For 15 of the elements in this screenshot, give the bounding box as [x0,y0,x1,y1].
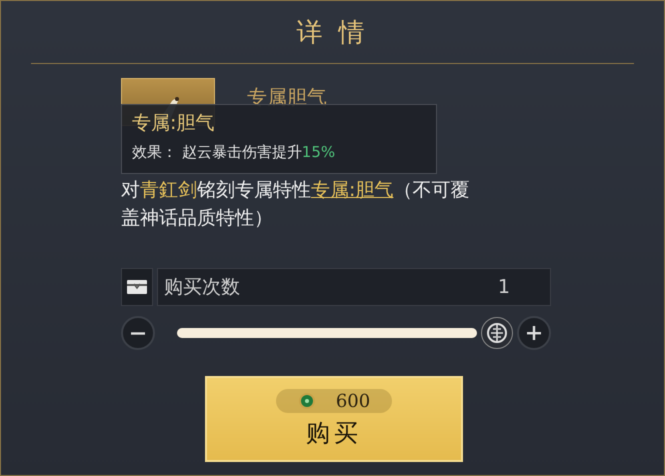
slider-thumb[interactable] [481,317,513,349]
plus-icon [526,325,542,341]
price-value: 600 [336,390,370,412]
plus-button[interactable] [517,316,551,350]
window-title: 详 情 [296,16,369,50]
tooltip-title: 专属:胆气 [132,111,216,136]
minus-button[interactable] [121,316,155,350]
buy-button[interactable]: 600 购买 [205,376,463,462]
tooltip-effect-text: 效果： 赵云暴击伤害提升15% [132,142,336,163]
quantity-field[interactable]: 购买次数 1 [157,268,551,306]
minus-icon [131,332,145,334]
chest-icon [121,268,153,306]
buy-label: 购买 [306,418,362,449]
jade-coin-icon [298,392,316,410]
description-text: 对青釭剑铭刻专属特性专属:胆气（不可覆盖神话品质特性） [121,178,470,231]
